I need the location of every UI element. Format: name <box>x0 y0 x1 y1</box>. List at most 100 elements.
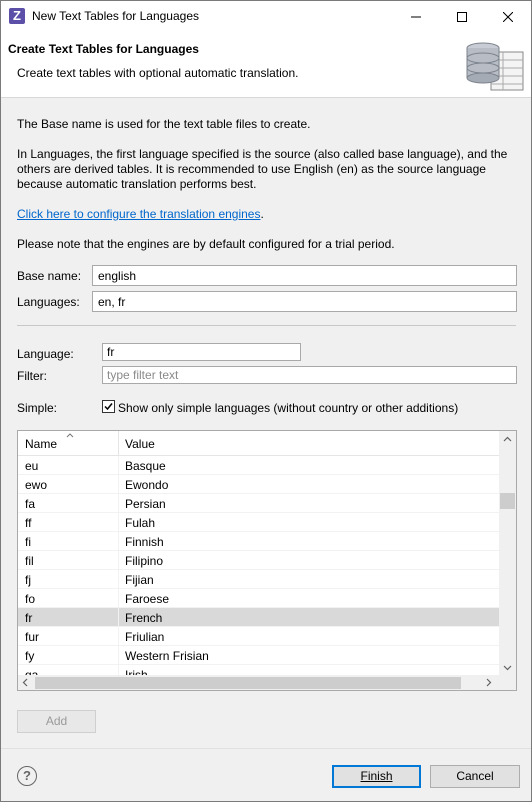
wizard-banner: Create Text Tables for Languages Create … <box>1 32 531 98</box>
column-header-value[interactable]: Value <box>125 437 155 451</box>
cell-divider <box>118 456 119 475</box>
info-languages-line3: because automatic translation performs b… <box>17 177 257 191</box>
info-trial-note: Please note that the engines are by defa… <box>17 237 395 251</box>
checkmark-icon <box>104 403 113 411</box>
cell-name: fj <box>25 573 31 587</box>
cell-name: fil <box>25 554 34 568</box>
languages-label: Languages: <box>17 295 80 309</box>
cell-name: fa <box>25 497 36 511</box>
footer-divider <box>1 748 531 749</box>
simple-languages-checkbox[interactable] <box>102 400 115 413</box>
dialog-window: Z New Text Tables for Languages Create T… <box>0 0 532 802</box>
cell-value: Western Frisian <box>125 649 209 663</box>
finish-button-label: Finish <box>360 769 393 783</box>
table-row[interactable]: fil Filipino <box>18 551 499 570</box>
table-row[interactable]: ga Irish <box>18 665 499 675</box>
maximize-icon <box>457 11 467 22</box>
scroll-left-icon[interactable] <box>22 678 28 690</box>
table-row[interactable]: eu Basque <box>18 456 499 475</box>
table-row[interactable]: fy Western Frisian <box>18 646 499 665</box>
cell-value: Fijian <box>125 573 154 587</box>
header-divider <box>118 431 119 456</box>
cell-value: French <box>125 611 163 625</box>
vertical-scrollbar[interactable] <box>499 431 516 675</box>
table-row[interactable]: fo Faroese <box>18 589 499 608</box>
help-icon[interactable]: ? <box>17 766 37 786</box>
cell-divider <box>118 627 119 646</box>
cancel-button[interactable]: Cancel <box>430 765 520 788</box>
scroll-down-icon[interactable] <box>503 663 512 674</box>
table-row[interactable]: fa Persian <box>18 494 499 513</box>
maximize-button[interactable] <box>439 1 485 32</box>
cell-divider <box>118 513 119 532</box>
scroll-up-icon[interactable] <box>503 434 512 445</box>
cell-divider <box>118 570 119 589</box>
cell-value: Fulah <box>125 516 156 530</box>
cell-divider <box>118 551 119 570</box>
cell-name: ga <box>25 668 39 675</box>
finish-button[interactable]: Finish <box>332 765 421 788</box>
cell-name: ff <box>25 516 32 530</box>
cell-value: Filipino <box>125 554 164 568</box>
minimize-icon <box>411 16 421 17</box>
database-table-icon <box>466 42 524 91</box>
banner-subtitle: Create text tables with optional automat… <box>17 66 299 80</box>
cell-name: fur <box>25 630 40 644</box>
cell-name: eu <box>25 459 39 473</box>
table-body: eu Basque ewo Ewondo fa Persian ff Fulah fi Finni… <box>18 456 499 675</box>
cell-value: Persian <box>125 497 166 511</box>
scroll-right-icon[interactable] <box>486 678 492 690</box>
cell-divider <box>118 608 119 627</box>
add-button[interactable]: Add <box>17 710 96 733</box>
language-input[interactable] <box>102 343 301 361</box>
table-row[interactable]: ff Fulah <box>18 513 499 532</box>
languages-table: Name Value eu Basque ewo Ewondo fa Persian ff F… <box>17 430 517 691</box>
cell-value: Friulian <box>125 630 165 644</box>
cell-divider <box>118 589 119 608</box>
scrollbar-corner <box>499 675 516 690</box>
cell-name: ewo <box>25 478 48 492</box>
table-row[interactable]: fur Friulian <box>18 627 499 646</box>
column-header-name[interactable]: Name <box>25 437 57 451</box>
language-label: Language: <box>17 347 74 361</box>
filter-input[interactable] <box>102 366 517 384</box>
minimize-button[interactable] <box>393 1 439 32</box>
cell-divider <box>118 665 119 675</box>
simple-label: Simple: <box>17 401 58 415</box>
cell-divider <box>118 494 119 513</box>
base-name-label: Base name: <box>17 269 82 283</box>
cell-divider <box>118 646 119 665</box>
window-title: New Text Tables for Languages <box>32 9 199 23</box>
table-row[interactable]: fi Finnish <box>18 532 499 551</box>
cell-value: Irish <box>125 668 148 675</box>
close-icon <box>503 11 513 22</box>
cell-name: fy <box>25 649 35 663</box>
horizontal-scrollbar[interactable] <box>18 675 499 690</box>
filter-label: Filter: <box>17 369 47 383</box>
info-languages-line1: In Languages, the first language specifi… <box>17 147 508 161</box>
cell-divider <box>118 532 119 551</box>
table-header: Name Value <box>18 431 499 456</box>
vertical-scroll-thumb[interactable] <box>500 493 515 509</box>
cell-value: Basque <box>125 459 166 473</box>
base-name-input[interactable] <box>92 265 517 286</box>
close-button[interactable] <box>485 1 531 32</box>
banner-title: Create Text Tables for Languages <box>8 42 199 56</box>
simple-checkbox-label[interactable]: Show only simple languages (without coun… <box>118 401 458 415</box>
title-bar: Z New Text Tables for Languages <box>1 1 531 32</box>
configure-engines-text: Click here to configure the translation … <box>17 207 264 222</box>
info-base-name: The Base name is used for the text table… <box>17 117 311 131</box>
table-row[interactable]: fr French <box>18 608 499 627</box>
section-divider <box>17 325 516 326</box>
languages-input[interactable] <box>92 291 517 312</box>
app-icon: Z <box>9 8 25 24</box>
cell-divider <box>118 475 119 494</box>
cell-value: Finnish <box>125 535 164 549</box>
cell-value: Ewondo <box>125 478 169 492</box>
info-languages-line2: others are derived tables. It is recomme… <box>17 162 486 176</box>
configure-engines-period: . <box>260 207 264 221</box>
table-row[interactable]: fj Fijian <box>18 570 499 589</box>
configure-engines-link[interactable]: Click here to configure the translation … <box>17 207 260 221</box>
horizontal-scroll-thumb[interactable] <box>35 677 461 689</box>
table-row[interactable]: ewo Ewondo <box>18 475 499 494</box>
